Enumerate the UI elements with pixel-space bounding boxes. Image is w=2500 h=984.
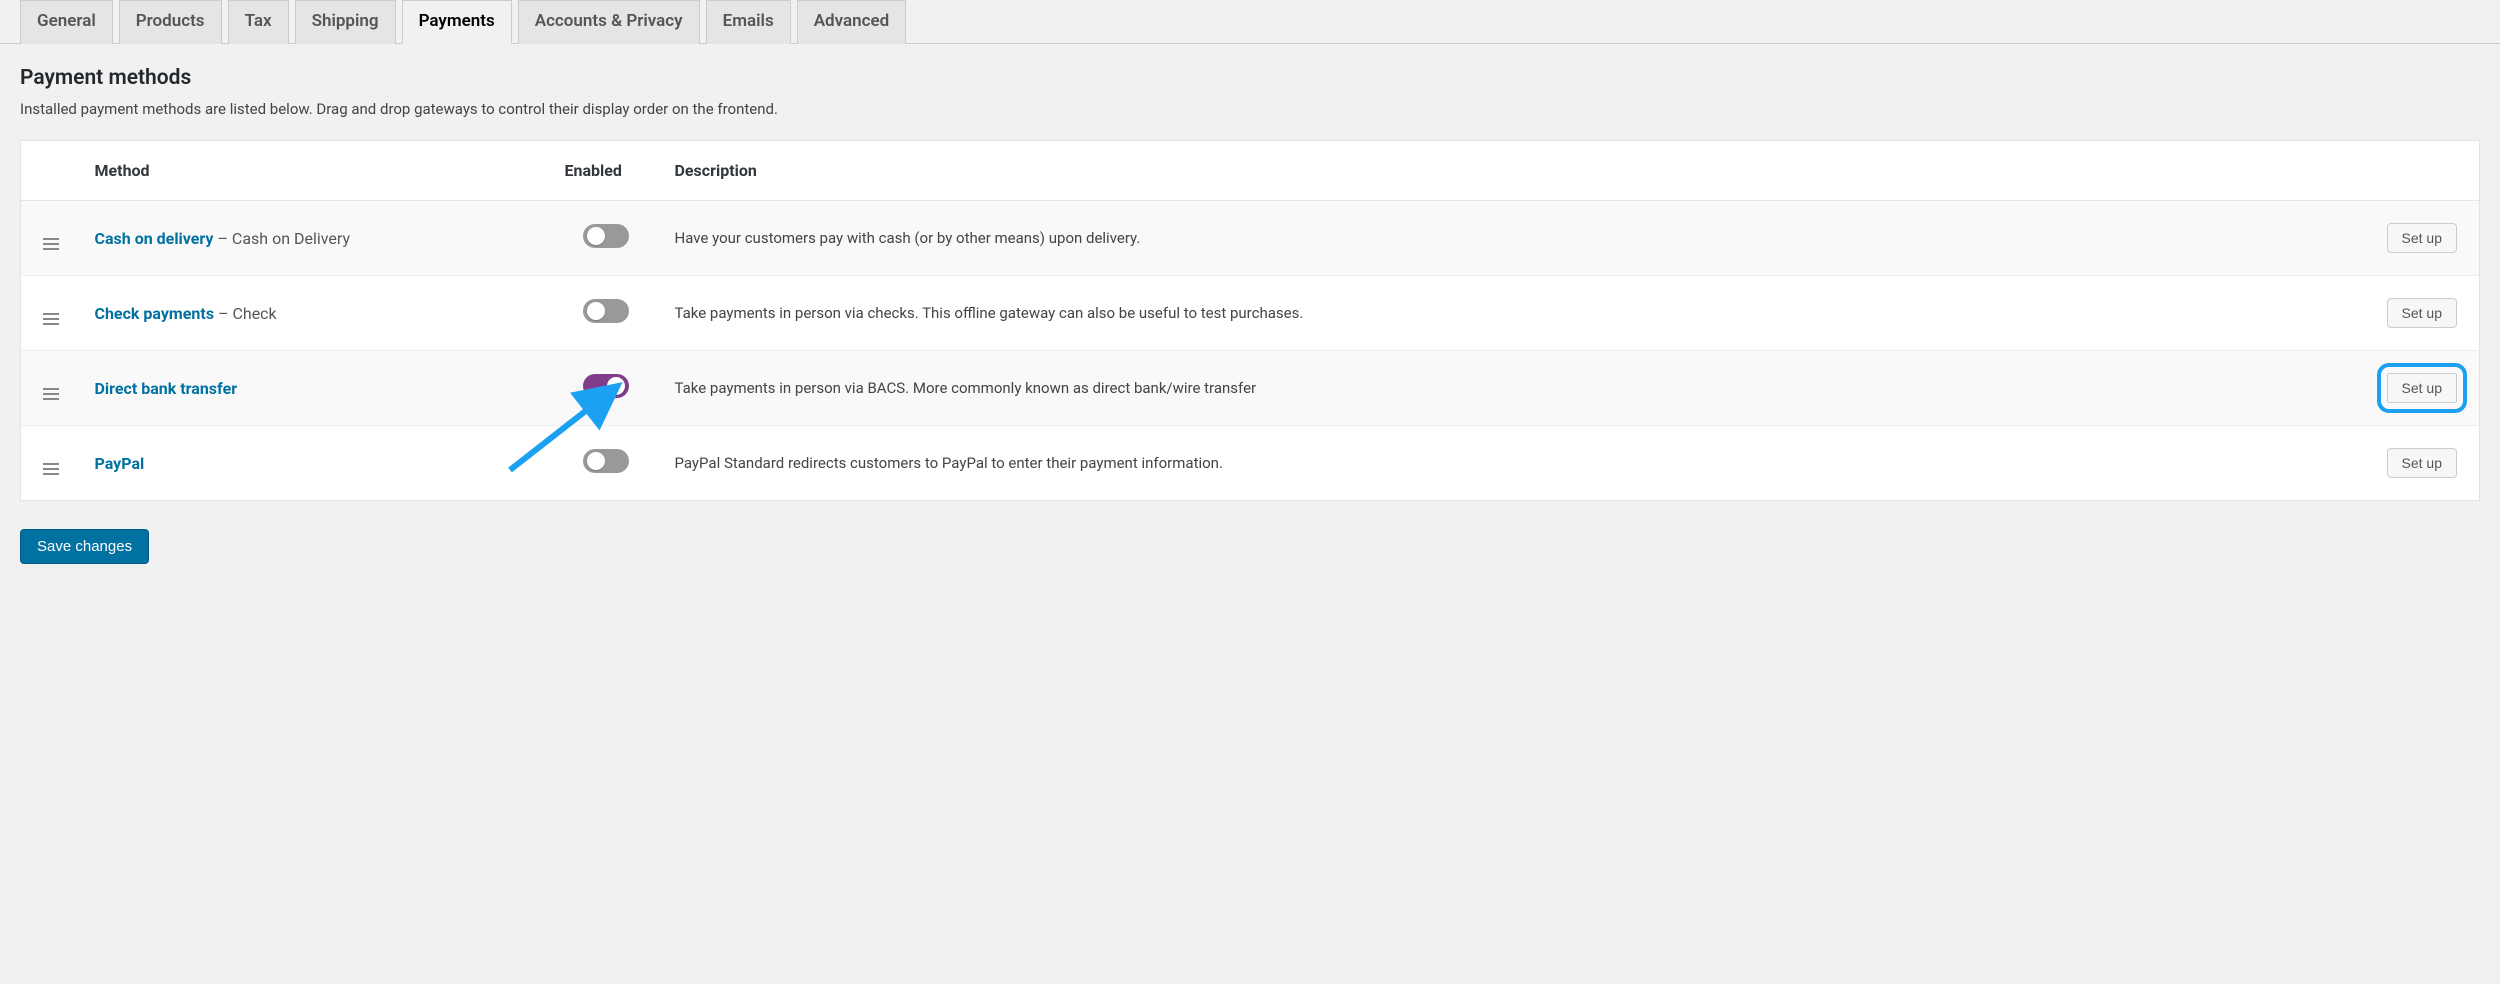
table-row: Check payments – Check Take payments in p… (21, 276, 2480, 351)
payment-method-description: PayPal Standard redirects customers to P… (661, 426, 2360, 501)
tab-general[interactable]: General (20, 0, 113, 44)
payment-method-description: Take payments in person via BACS. More c… (661, 351, 2360, 426)
enabled-toggle[interactable] (583, 224, 629, 248)
drag-handle-icon[interactable] (43, 238, 59, 250)
setup-button[interactable]: Set up (2387, 448, 2457, 478)
drag-handle-icon[interactable] (43, 463, 59, 475)
payment-method-suffix: – Cash on Delivery (213, 229, 350, 248)
tab-tax[interactable]: Tax (228, 0, 289, 44)
payment-method-description: Take payments in person via checks. This… (661, 276, 2360, 351)
table-row: PayPal PayPal Standard redirects customer… (21, 426, 2480, 501)
tab-payments[interactable]: Payments (402, 0, 512, 44)
column-header-description: Description (661, 141, 2360, 201)
column-header-method: Method (81, 141, 551, 201)
setup-button[interactable]: Set up (2387, 373, 2457, 403)
tab-advanced[interactable]: Advanced (797, 0, 907, 44)
settings-tabs: GeneralProductsTaxShippingPaymentsAccoun… (0, 0, 2500, 44)
table-row: Direct bank transfer Take payments in per… (21, 351, 2480, 426)
payment-method-suffix: – Check (214, 304, 277, 323)
tab-products[interactable]: Products (119, 0, 222, 44)
payment-method-link[interactable]: PayPal (95, 454, 145, 473)
tab-shipping[interactable]: Shipping (295, 0, 396, 44)
payment-method-link[interactable]: Direct bank transfer (95, 379, 238, 398)
payment-method-link[interactable]: Check payments (95, 304, 215, 323)
column-header-enabled: Enabled (551, 141, 661, 201)
drag-handle-icon[interactable] (43, 388, 59, 400)
enabled-toggle[interactable] (583, 449, 629, 473)
page-description: Installed payment methods are listed bel… (20, 100, 2480, 118)
payment-methods-table: Method Enabled Description Cash on deliv… (20, 140, 2480, 501)
save-changes-button[interactable]: Save changes (20, 529, 149, 564)
payment-method-link[interactable]: Cash on delivery (95, 229, 214, 248)
payment-method-description: Have your customers pay with cash (or by… (661, 201, 2360, 276)
setup-button[interactable]: Set up (2387, 223, 2457, 253)
enabled-toggle[interactable] (583, 374, 629, 398)
setup-button[interactable]: Set up (2387, 298, 2457, 328)
tab-accounts-privacy[interactable]: Accounts & Privacy (518, 0, 700, 44)
table-row: Cash on delivery – Cash on Delivery Have … (21, 201, 2480, 276)
page-title: Payment methods (20, 66, 2480, 90)
enabled-toggle[interactable] (583, 299, 629, 323)
drag-handle-icon[interactable] (43, 313, 59, 325)
tab-emails[interactable]: Emails (706, 0, 791, 44)
